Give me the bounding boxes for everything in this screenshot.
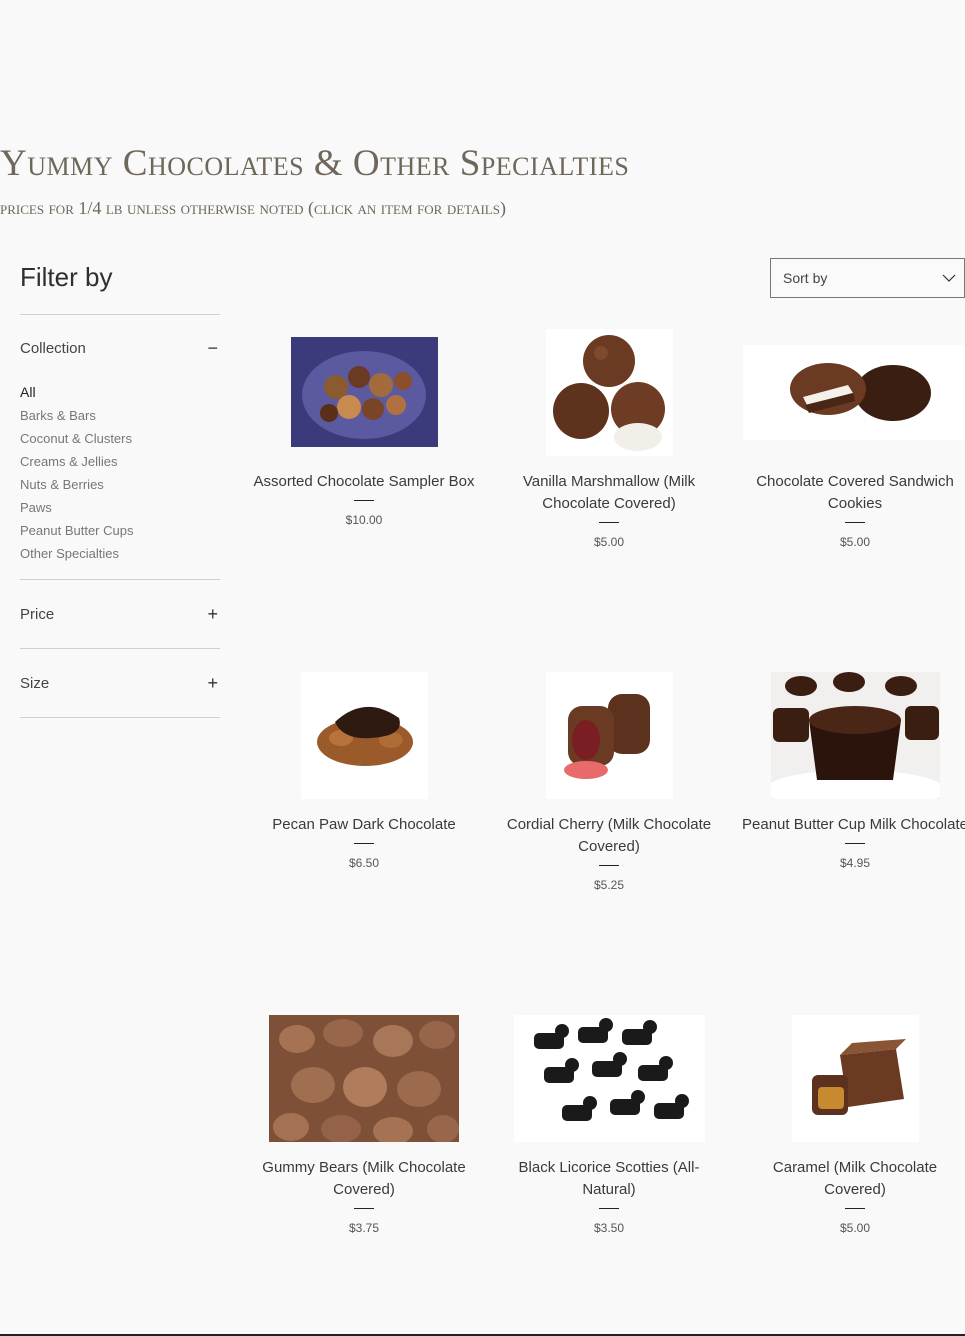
collection-item-creams-jellies[interactable]: Creams & Jellies [20, 450, 220, 473]
collection-filter-label: Collection [20, 339, 86, 357]
product-price: $3.75 [348, 1221, 380, 1235]
product-card[interactable]: Black Licorice Scotties (All-Natural) $3… [494, 1014, 724, 1235]
product-image [770, 671, 940, 799]
product-price: $5.00 [839, 1221, 871, 1235]
product-name: Cordial Cherry (Milk Chocolate Covered) [506, 816, 712, 855]
product-image [742, 344, 965, 440]
product-card[interactable]: Pecan Paw Dark Chocolate $6.50 [249, 671, 479, 870]
plus-icon: + [207, 603, 218, 624]
collection-item-all[interactable]: All [20, 381, 220, 404]
product-price: $10.00 [345, 513, 383, 527]
product-name: Pecan Paw Dark Chocolate [272, 816, 456, 833]
divider [599, 522, 619, 523]
product-card[interactable]: Peanut Butter Cup Milk Chocolate $4.95 [740, 671, 965, 870]
price-filter-label: Price [20, 605, 55, 623]
sort-label: Sort by [783, 270, 828, 286]
collection-item-other-specialties[interactable]: Other Specialties [20, 542, 220, 565]
collection-item-barks-bars[interactable]: Barks & Bars [20, 404, 220, 427]
minus-icon: − [207, 337, 218, 358]
product-name: Peanut Butter Cup Milk Chocolate [742, 816, 965, 833]
divider [354, 843, 374, 844]
product-image [300, 671, 428, 799]
product-name: Assorted Chocolate Sampler Box [253, 473, 475, 490]
product-price: $5.25 [593, 878, 625, 892]
divider [20, 717, 220, 718]
divider [845, 522, 865, 523]
product-price: $6.50 [348, 856, 380, 870]
chevron-down-icon [942, 270, 956, 286]
product-image [269, 1014, 459, 1142]
divider [354, 500, 374, 501]
filter-panel: Filter by Collection − All Barks & Bars … [20, 262, 220, 718]
size-filter-label: Size [20, 674, 50, 692]
size-filter-toggle[interactable]: Size + [20, 649, 220, 717]
product-price: $4.95 [839, 856, 871, 870]
price-filter-toggle[interactable]: Price + [20, 580, 220, 648]
collection-item-peanut-butter-cups[interactable]: Peanut Butter Cups [20, 519, 220, 542]
collection-item-coconut-clusters[interactable]: Coconut & Clusters [20, 427, 220, 450]
collection-filter-toggle[interactable]: Collection − [20, 315, 220, 381]
product-card[interactable]: Vanilla Marshmallow (Milk Chocolate Cove… [494, 328, 724, 549]
product-image [791, 1014, 919, 1142]
product-card[interactable]: Chocolate Covered Sandwich Cookies $5.00 [740, 328, 965, 549]
product-price: $5.00 [839, 535, 871, 549]
divider [354, 1208, 374, 1209]
divider [599, 1208, 619, 1209]
divider [845, 843, 865, 844]
product-card[interactable]: Cordial Cherry (Milk Chocolate Covered) … [494, 671, 724, 892]
product-image [545, 328, 673, 456]
product-image [290, 337, 438, 447]
page-subtitle: prices for 1/4 lb unless otherwise noted… [0, 198, 506, 218]
sort-dropdown[interactable]: Sort by [770, 258, 965, 298]
product-card[interactable]: Gummy Bears (Milk Chocolate Covered) $3.… [249, 1014, 479, 1235]
product-card[interactable]: Assorted Chocolate Sampler Box $10.00 [249, 328, 479, 527]
filter-title: Filter by [20, 262, 113, 292]
divider [845, 1208, 865, 1209]
product-price: $5.00 [593, 535, 625, 549]
page-title: Yummy Chocolates & Other Specialties [0, 143, 630, 184]
product-image [545, 671, 673, 799]
plus-icon: + [207, 672, 218, 693]
collection-item-paws[interactable]: Paws [20, 496, 220, 519]
product-name: Black Licorice Scotties (All-Natural) [518, 1159, 700, 1198]
collection-list: All Barks & Bars Coconut & Clusters Crea… [20, 381, 220, 579]
product-name: Vanilla Marshmallow (Milk Chocolate Cove… [522, 473, 696, 512]
product-price: $3.50 [593, 1221, 625, 1235]
product-name: Gummy Bears (Milk Chocolate Covered) [262, 1159, 466, 1198]
collection-item-nuts-berries[interactable]: Nuts & Berries [20, 473, 220, 496]
product-name: Caramel (Milk Chocolate Covered) [772, 1159, 938, 1198]
product-name: Chocolate Covered Sandwich Cookies [756, 473, 954, 512]
product-card[interactable]: Caramel (Milk Chocolate Covered) $5.00 [740, 1014, 965, 1235]
product-image [513, 1014, 705, 1142]
divider [599, 865, 619, 866]
